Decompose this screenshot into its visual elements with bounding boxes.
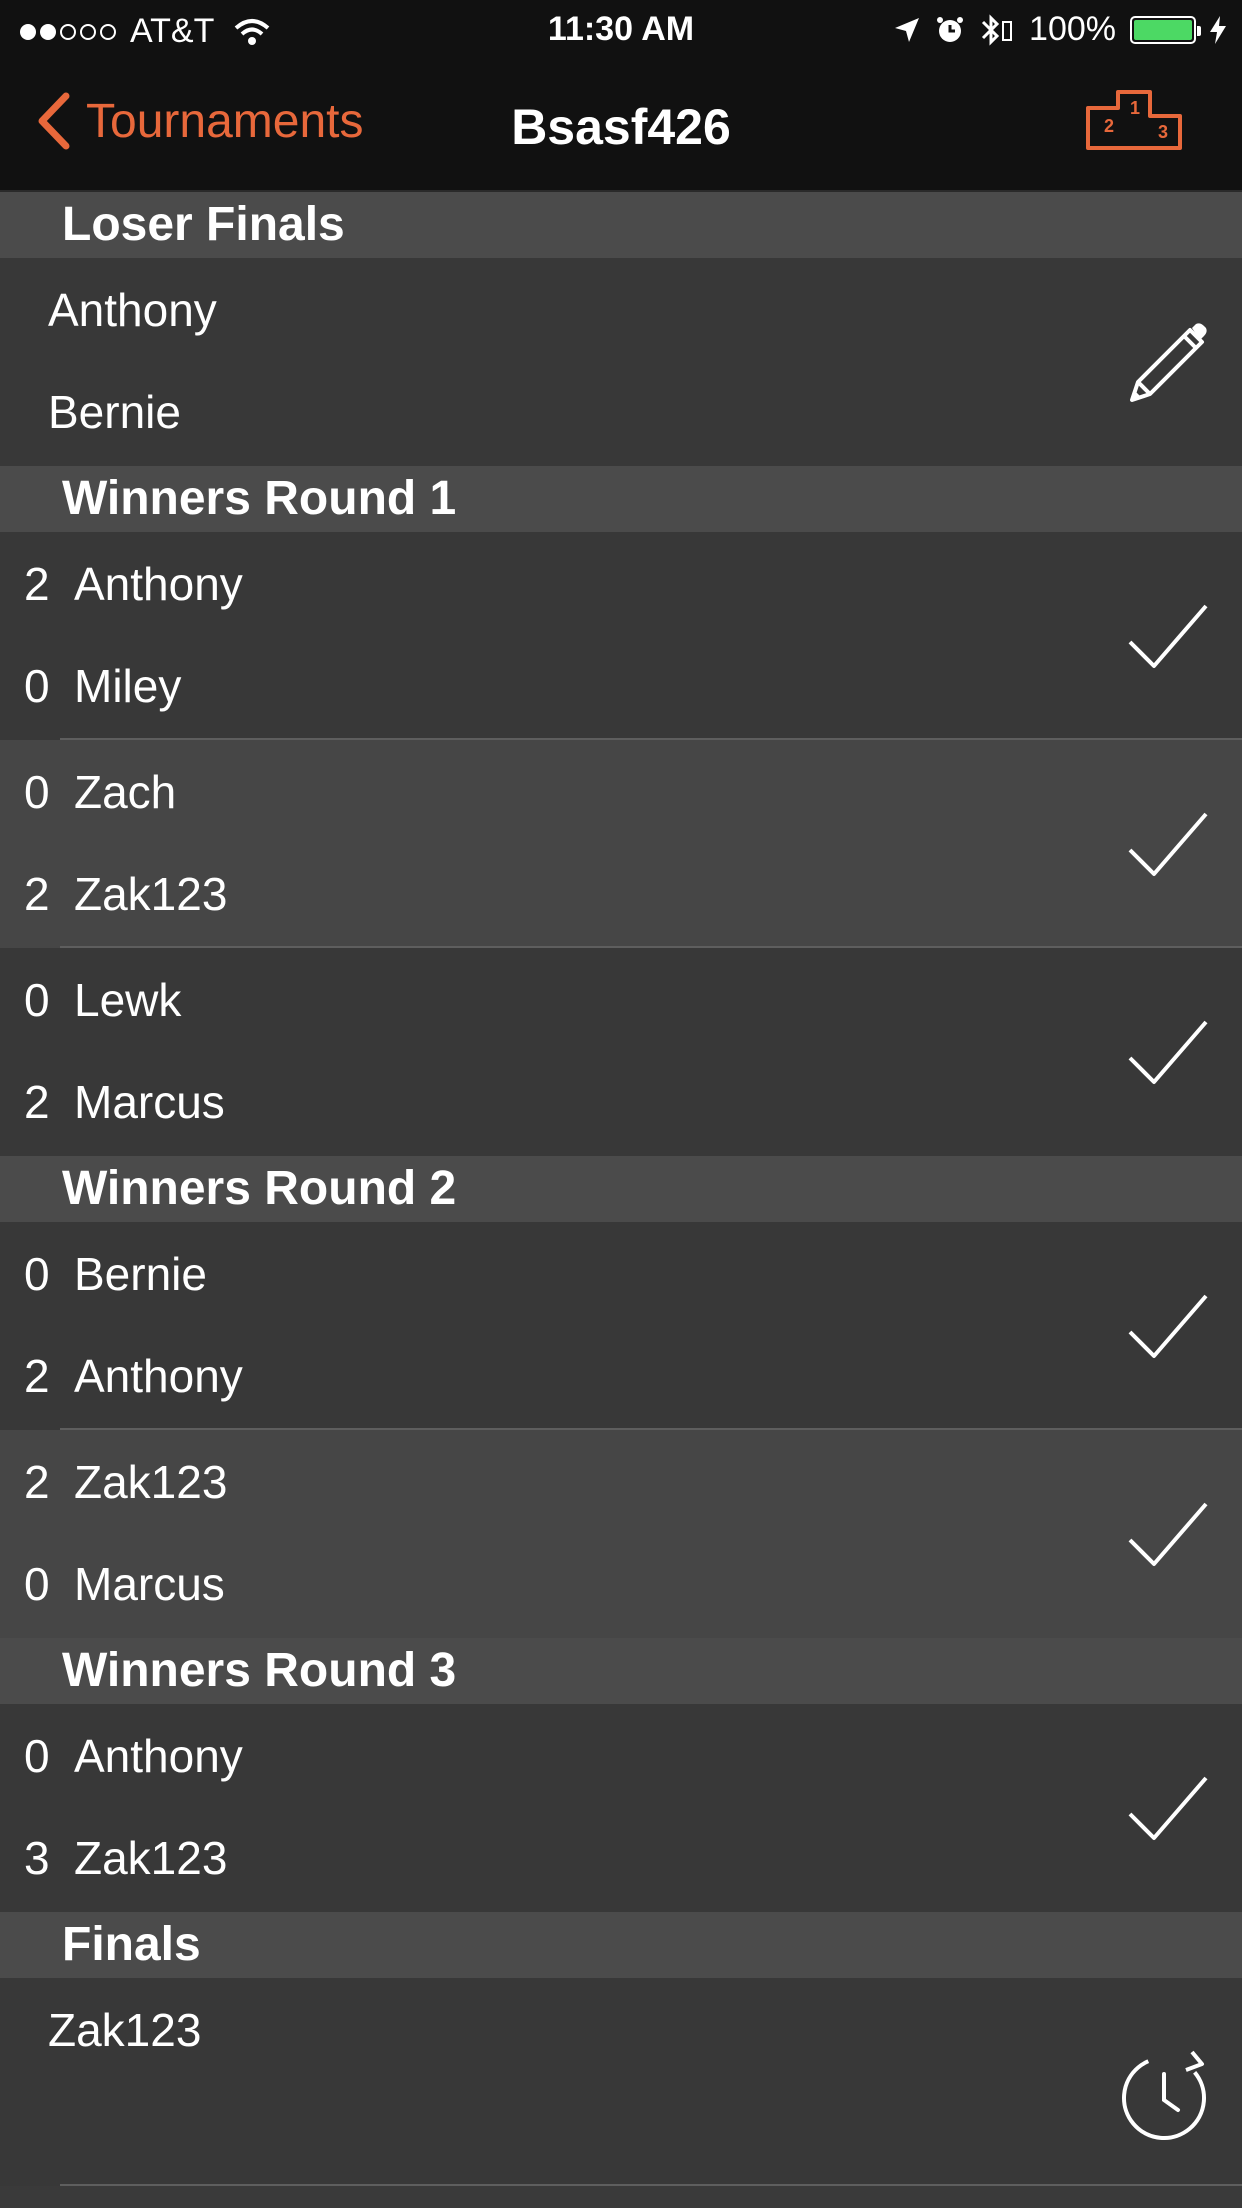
bluetooth-icon [981, 13, 1013, 46]
alarm-clock-icon [937, 16, 964, 42]
bracket-list: Loser Finals Anthony Bernie Winners Roun… [0, 192, 1242, 2186]
svg-text:2: 2 [1104, 116, 1114, 136]
player-name: Zak123 [74, 868, 228, 920]
podium-standings-icon[interactable]: 2 1 3 [1084, 88, 1184, 152]
player-score: 0 [24, 660, 50, 712]
player-name: Marcus [74, 1076, 225, 1128]
player-name: Marcus [74, 1558, 225, 1610]
checkmark-icon[interactable] [1120, 800, 1212, 892]
player-score: 0 [24, 766, 50, 818]
player-score: 2 [24, 1076, 50, 1128]
match-row[interactable]: Zak123 [0, 1978, 1242, 2186]
player-name: Lewk [74, 974, 182, 1026]
checkmark-icon[interactable] [1120, 1490, 1212, 1582]
section-header-winners-round-1: Winners Round 1 [0, 466, 1242, 532]
pencil-icon[interactable] [1120, 318, 1212, 410]
section-header-loser-finals: Loser Finals [0, 192, 1242, 258]
match-row[interactable]: 0 Anthony 3 Zak123 [0, 1704, 1242, 1912]
section-header-finals: Finals [0, 1912, 1242, 1978]
player-score: 2 [24, 1456, 50, 1508]
player-score: 0 [24, 1558, 50, 1610]
section-header-winners-round-2: Winners Round 2 [0, 1156, 1242, 1222]
battery-icon [1130, 15, 1201, 44]
battery-percent: 100% [1029, 10, 1116, 48]
player-score: 2 [24, 558, 50, 610]
checkmark-icon[interactable] [1120, 1008, 1212, 1100]
match-row[interactable]: 0 Zach 2 Zak123 [0, 740, 1242, 948]
player-name: Anthony [74, 1350, 243, 1402]
player-score: 0 [24, 1248, 50, 1300]
checkmark-icon[interactable] [1120, 1282, 1212, 1374]
player-name: Anthony [74, 558, 243, 610]
player-name: Bernie [74, 1248, 207, 1300]
player-name: Zak123 [74, 1456, 228, 1508]
player-score: 0 [24, 1730, 50, 1782]
row-divider [60, 2184, 1242, 2186]
match-row[interactable]: Anthony Bernie [0, 258, 1242, 466]
page-title: Bsasf426 [511, 99, 731, 155]
status-bar: AT&T 11:30 AM 100% [0, 0, 1242, 62]
match-row[interactable]: 2 Anthony 0 Miley [0, 532, 1242, 740]
player-score: 2 [24, 868, 50, 920]
clock-replay-icon[interactable] [1120, 2048, 1212, 2140]
player-name: Anthony [48, 284, 217, 336]
player-name: Anthony [74, 1730, 243, 1782]
checkmark-icon[interactable] [1120, 592, 1212, 684]
player-score: 3 [24, 1832, 50, 1884]
charging-bolt-icon [1210, 15, 1226, 44]
player-name: Zach [74, 766, 177, 818]
section-header-winners-round-3: Winners Round 3 [0, 1638, 1242, 1704]
status-right: 100% [893, 10, 1226, 49]
checkmark-icon[interactable] [1120, 1764, 1212, 1856]
svg-text:1: 1 [1130, 98, 1140, 118]
match-row[interactable]: 2 Zak123 0 Marcus [0, 1430, 1242, 1638]
player-score: 0 [24, 974, 50, 1026]
player-name: Zak123 [74, 1832, 228, 1884]
player-name: Zak123 [48, 2004, 202, 2056]
navigation-bar: Tournaments Bsasf426 2 1 3 [0, 62, 1242, 192]
location-arrow-icon [895, 17, 920, 42]
match-row[interactable]: 0 Bernie 2 Anthony [0, 1222, 1242, 1430]
svg-text:3: 3 [1158, 122, 1168, 142]
player-score: 2 [24, 1350, 50, 1402]
player-name: Miley [74, 660, 182, 712]
match-row[interactable]: 0 Lewk 2 Marcus [0, 948, 1242, 1156]
player-name: Bernie [48, 386, 181, 438]
